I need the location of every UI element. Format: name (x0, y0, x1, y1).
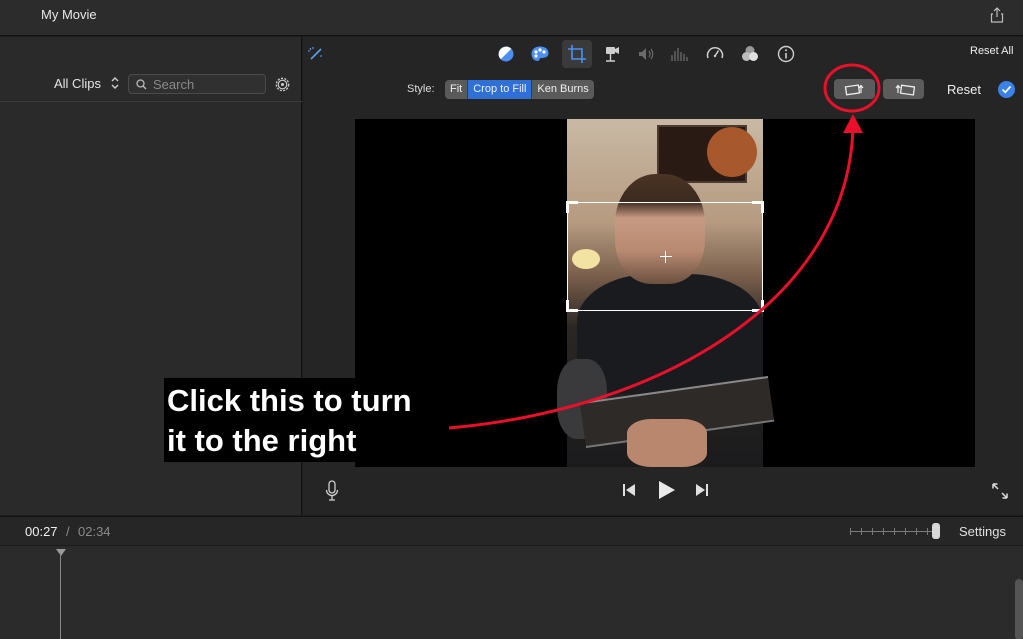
color-correction-icon (531, 46, 549, 61)
volume-button[interactable] (636, 44, 656, 64)
timeline-zoom-knob[interactable] (932, 523, 940, 539)
clip-filter-icon (742, 46, 758, 61)
annotation-line-1: Click this to turn (167, 383, 412, 418)
search-icon (136, 79, 147, 90)
zoom-tick (905, 528, 906, 535)
chevron-updown-icon[interactable] (110, 75, 120, 91)
microphone-icon[interactable] (325, 480, 339, 502)
color-balance-icon (498, 46, 514, 62)
window-title: My Movie (41, 7, 97, 22)
clips-filter-dropdown[interactable]: All Clips (54, 76, 101, 91)
checkmark-icon (1001, 85, 1012, 94)
reset-all-button[interactable]: Reset All (970, 45, 1013, 57)
playhead-line[interactable] (60, 553, 61, 639)
skip-back-icon[interactable] (621, 483, 637, 497)
playhead-marker[interactable] (56, 549, 66, 556)
color-correction-button[interactable] (530, 44, 550, 64)
apply-button[interactable] (998, 81, 1015, 98)
equalizer-button[interactable] (669, 44, 689, 64)
speed-icon (706, 47, 724, 59)
crop-rectangle[interactable] (566, 201, 764, 312)
zoom-tick (916, 528, 917, 535)
reset-button[interactable]: Reset (947, 82, 981, 97)
volume-icon (639, 48, 654, 60)
enhance-button[interactable] (306, 44, 326, 64)
zoom-tick (894, 528, 895, 535)
timeline-settings-button[interactable]: Settings (959, 524, 1006, 539)
style-crop-to-fill-button[interactable]: Crop to Fill (468, 80, 533, 99)
info-button[interactable] (776, 44, 796, 64)
zoom-tick (872, 528, 873, 535)
crop-center-crosshair (660, 256, 672, 257)
info-icon (777, 45, 795, 63)
color-balance-button[interactable] (496, 44, 516, 64)
search-box[interactable] (128, 74, 266, 94)
crop-style-control: Fit Crop to Fill Ken Burns (445, 80, 594, 99)
play-icon[interactable] (655, 479, 677, 501)
rotate-left-icon (844, 84, 863, 96)
zoom-tick (850, 528, 851, 535)
total-duration: 02:34 (78, 524, 111, 539)
crop-handle-top-right[interactable] (752, 201, 764, 213)
style-fit-button[interactable]: Fit (445, 80, 469, 99)
gear-icon[interactable] (273, 75, 292, 94)
magic-wand-icon (308, 47, 322, 60)
zoom-tick (927, 528, 928, 535)
zoom-tick (883, 528, 884, 535)
annotation-callout: Click this to turn it to the right (164, 378, 449, 462)
crop-center-crosshair-vertical (665, 251, 666, 263)
fullscreen-icon[interactable] (991, 482, 1009, 500)
frame-hand (627, 419, 707, 467)
zoom-tick (861, 528, 862, 535)
timeline-zoom-slider[interactable] (850, 528, 938, 535)
stabilization-button[interactable] (601, 44, 621, 64)
speed-button[interactable] (705, 44, 725, 64)
current-timecode: 00:27 (25, 524, 58, 539)
annotation-line-2: it to the right (167, 423, 357, 458)
frame-record (707, 127, 757, 177)
share-button[interactable] (988, 6, 1006, 24)
rotate-left-button[interactable] (834, 79, 875, 99)
share-icon (990, 7, 1004, 23)
search-input[interactable] (153, 77, 261, 92)
timeline-header: 00:27 / 02:34 Settings (0, 517, 1023, 546)
timeline-pane: 00:27 / 02:34 Settings (0, 516, 1023, 639)
crop-handle-bottom-right[interactable] (752, 300, 764, 312)
rotate-right-button[interactable] (883, 79, 924, 99)
crop-icon (568, 45, 586, 63)
timecode-separator: / (66, 524, 70, 539)
crop-handle-top-left[interactable] (566, 201, 578, 213)
crop-button[interactable] (562, 40, 592, 68)
equalizer-icon (671, 48, 688, 61)
rotate-right-icon (895, 84, 915, 96)
library-divider (0, 101, 302, 102)
style-ken-burns-button[interactable]: Ken Burns (532, 80, 593, 99)
skip-forward-icon[interactable] (694, 483, 710, 497)
crop-handle-bottom-left[interactable] (566, 300, 578, 312)
stabilization-icon (606, 47, 619, 62)
title-bar: My Movie (0, 0, 1023, 36)
style-label: Style: (407, 83, 435, 95)
clip-filter-button[interactable] (740, 44, 760, 64)
timeline-scrollbar[interactable] (1015, 579, 1023, 639)
